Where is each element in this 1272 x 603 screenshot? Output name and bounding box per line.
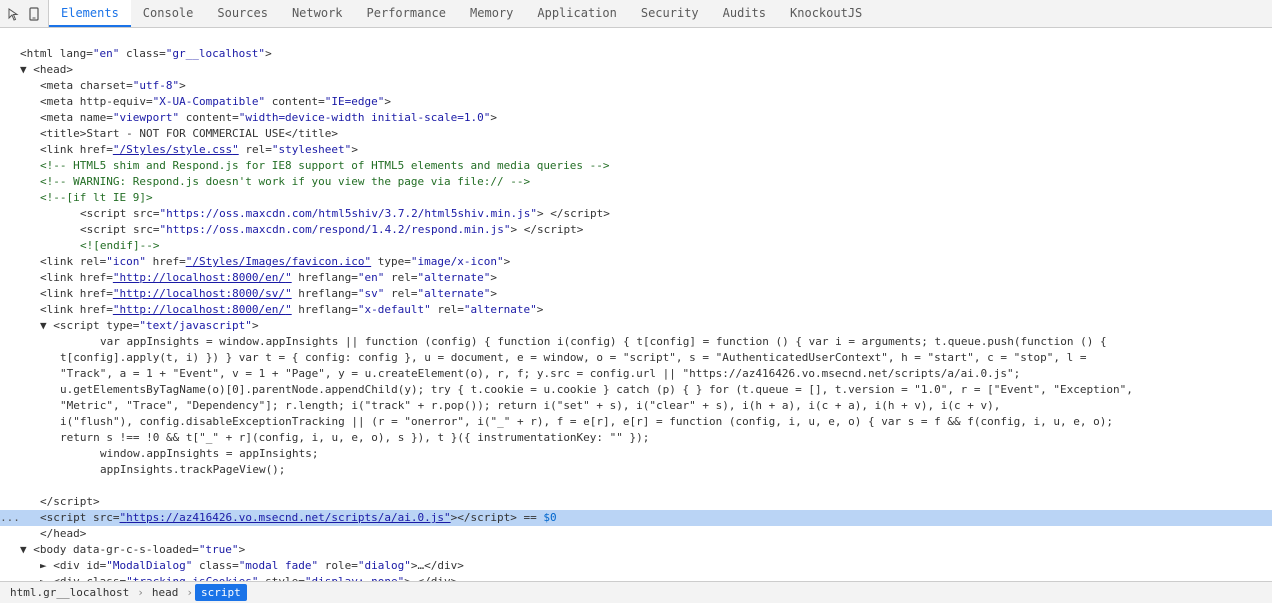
code-content: var appInsights = window.appInsights || … <box>20 334 1268 350</box>
code-line: <html lang="en" class="gr__localhost"> <box>0 46 1272 62</box>
code-content: "Metric", "Trace", "Dependency"]; r.leng… <box>20 398 1268 414</box>
code-content: ▼ <body data-gr-c-s-loaded="true"> <box>20 542 1268 558</box>
code-line: <!--[if lt IE 9]> <box>0 190 1272 206</box>
code-content: <script src="https://az416426.vo.msecnd.… <box>20 510 1268 526</box>
code-content: <meta http-equiv="X-UA-Compatible" conte… <box>20 94 1268 110</box>
code-content: return s !== !0 && t["_" + r](config, i,… <box>20 430 1268 446</box>
code-content: ▼ <head> <box>20 62 1268 78</box>
code-line: </script> <box>0 494 1272 510</box>
code-line: u.getElementsByTagName(o)[0].parentNode.… <box>0 382 1272 398</box>
code-line <box>0 30 1272 46</box>
code-line <box>0 478 1272 494</box>
tab-performance[interactable]: Performance <box>355 0 458 27</box>
code-line: <meta name="viewport" content="width=dev… <box>0 110 1272 126</box>
tab-elements[interactable]: Elements <box>49 0 131 27</box>
cursor-icon[interactable] <box>6 6 22 22</box>
code-line: <meta charset="utf-8"> <box>0 78 1272 94</box>
code-content: <script src="https://oss.maxcdn.com/resp… <box>20 222 1268 238</box>
code-content: window.appInsights = appInsights; <box>20 446 1268 462</box>
breadcrumb-html[interactable]: html.gr__localhost <box>4 584 135 601</box>
tab-sources[interactable]: Sources <box>205 0 280 27</box>
tab-knockoutjs[interactable]: KnockoutJS <box>778 0 874 27</box>
code-content: <![endif]--> <box>20 238 1268 254</box>
code-content: <title>Start - NOT FOR COMMERCIAL USE</t… <box>20 126 1268 142</box>
code-line: <script src="https://oss.maxcdn.com/resp… <box>0 222 1272 238</box>
code-line: return s !== !0 && t["_" + r](config, i,… <box>0 430 1272 446</box>
devtools-nav-bar: Elements Console Sources Network Perform… <box>0 0 1272 28</box>
code-content: <!-- HTML5 shim and Respond.js for IE8 s… <box>20 158 1268 174</box>
code-content: <link href="http://localhost:8000/sv/" h… <box>20 286 1268 302</box>
code-content: <link href="http://localhost:8000/en/" h… <box>20 270 1268 286</box>
code-line: appInsights.trackPageView(); <box>0 462 1272 478</box>
code-content: ► <div class="tracking-isCookies" style=… <box>20 574 1268 581</box>
code-line: "Track", a = 1 + "Event", v = 1 + "Page"… <box>0 366 1272 382</box>
code-line: ▼ <head> <box>0 62 1272 78</box>
tab-security[interactable]: Security <box>629 0 711 27</box>
code-panel[interactable]: <html lang="en" class="gr__localhost">▼ … <box>0 28 1272 581</box>
line-dots: ... <box>0 510 20 526</box>
tab-audits[interactable]: Audits <box>711 0 778 27</box>
code-line: window.appInsights = appInsights; <box>0 446 1272 462</box>
code-line: <!-- WARNING: Respond.js doesn't work if… <box>0 174 1272 190</box>
code-content: <meta charset="utf-8"> <box>20 78 1268 94</box>
devtools-icon-bar <box>0 0 49 27</box>
breadcrumb-bar: html.gr__localhost › head › script <box>0 581 1272 603</box>
code-line: <script src="https://oss.maxcdn.com/html… <box>0 206 1272 222</box>
devtools-container: Elements Console Sources Network Perform… <box>0 0 1272 603</box>
code-line: <![endif]--> <box>0 238 1272 254</box>
code-content: u.getElementsByTagName(o)[0].parentNode.… <box>20 382 1268 398</box>
code-content: <link href="/Styles/style.css" rel="styl… <box>20 142 1268 158</box>
code-line: ► <div class="tracking-isCookies" style=… <box>0 574 1272 581</box>
breadcrumb-script[interactable]: script <box>195 584 247 601</box>
code-line: </head> <box>0 526 1272 542</box>
tab-memory[interactable]: Memory <box>458 0 525 27</box>
code-line: <link href="http://localhost:8000/sv/" h… <box>0 286 1272 302</box>
code-content: </script> <box>20 494 1268 510</box>
code-content: i("flush"), config.disableExceptionTrack… <box>20 414 1268 430</box>
code-content: <meta name="viewport" content="width=dev… <box>20 110 1268 126</box>
mobile-icon[interactable] <box>26 6 42 22</box>
code-line: <link href="http://localhost:8000/en/" h… <box>0 302 1272 318</box>
code-line: <link href="/Styles/style.css" rel="styl… <box>0 142 1272 158</box>
code-line: "Metric", "Trace", "Dependency"]; r.leng… <box>0 398 1272 414</box>
code-line: <title>Start - NOT FOR COMMERCIAL USE</t… <box>0 126 1272 142</box>
breadcrumb-head[interactable]: head <box>146 584 185 601</box>
code-content: ▼ <script type="text/javascript"> <box>20 318 1268 334</box>
nav-tab-list: Elements Console Sources Network Perform… <box>49 0 874 27</box>
code-content: <html lang="en" class="gr__localhost"> <box>20 46 1268 62</box>
tab-application[interactable]: Application <box>525 0 628 27</box>
code-line: i("flush"), config.disableExceptionTrack… <box>0 414 1272 430</box>
code-line: <link rel="icon" href="/Styles/Images/fa… <box>0 254 1272 270</box>
code-content: <link href="http://localhost:8000/en/" h… <box>20 302 1268 318</box>
breadcrumb-sep-2: › <box>184 586 195 599</box>
code-content: "Track", a = 1 + "Event", v = 1 + "Page"… <box>20 366 1268 382</box>
content-area: <html lang="en" class="gr__localhost">▼ … <box>0 28 1272 581</box>
code-line: ► <div id="ModalDialog" class="modal fad… <box>0 558 1272 574</box>
code-content: <!-- WARNING: Respond.js doesn't work if… <box>20 174 1268 190</box>
code-line: <link href="http://localhost:8000/en/" h… <box>0 270 1272 286</box>
code-line: ▼ <body data-gr-c-s-loaded="true"> <box>0 542 1272 558</box>
code-line: var appInsights = window.appInsights || … <box>0 334 1272 350</box>
code-line: <meta http-equiv="X-UA-Compatible" conte… <box>0 94 1272 110</box>
code-content: <!--[if lt IE 9]> <box>20 190 1268 206</box>
code-content: appInsights.trackPageView(); <box>20 462 1268 478</box>
code-content: <link rel="icon" href="/Styles/Images/fa… <box>20 254 1268 270</box>
code-line: <!-- HTML5 shim and Respond.js for IE8 s… <box>0 158 1272 174</box>
code-content: ► <div id="ModalDialog" class="modal fad… <box>20 558 1268 574</box>
code-content: <script src="https://oss.maxcdn.com/html… <box>20 206 1268 222</box>
code-content: t[config].apply(t, i) }) } var t = { con… <box>20 350 1268 366</box>
breadcrumb-sep-1: › <box>135 586 146 599</box>
code-line: ▼ <script type="text/javascript"> <box>0 318 1272 334</box>
code-content: </head> <box>20 526 1268 542</box>
code-line: ...<script src="https://az416426.vo.msec… <box>0 510 1272 526</box>
tab-console[interactable]: Console <box>131 0 206 27</box>
tab-network[interactable]: Network <box>280 0 355 27</box>
code-line: t[config].apply(t, i) }) } var t = { con… <box>0 350 1272 366</box>
